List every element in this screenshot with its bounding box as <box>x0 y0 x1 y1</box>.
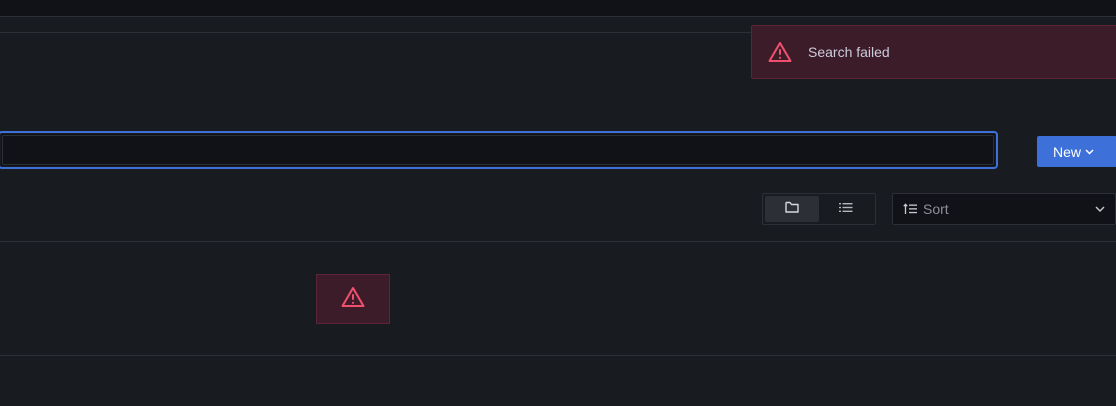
search-field-wrapper <box>0 131 998 169</box>
dashboard-browse-page: New Sort Search failed <box>0 0 1116 406</box>
chevron-down-icon <box>1095 206 1105 212</box>
folder-view-button[interactable] <box>765 196 819 222</box>
toast-message: Search failed <box>808 44 890 60</box>
warning-icon <box>768 41 792 63</box>
list-view-button[interactable] <box>819 196 873 222</box>
error-toast: Search failed <box>751 25 1116 79</box>
chevron-down-icon <box>1085 147 1095 157</box>
new-button[interactable]: New <box>1037 136 1116 167</box>
search-results-panel <box>0 241 1116 356</box>
search-input[interactable] <box>2 135 994 165</box>
sort-ascending-icon <box>903 203 917 215</box>
top-navbar <box>0 0 1116 17</box>
folder-icon <box>785 200 799 218</box>
view-mode-toggle <box>762 193 876 225</box>
warning-icon <box>341 286 365 313</box>
search-error-indicator <box>316 274 390 324</box>
new-button-label: New <box>1053 143 1082 160</box>
sort-select-label: Sort <box>923 201 949 217</box>
sort-select[interactable]: Sort <box>892 193 1116 225</box>
list-icon <box>839 200 853 218</box>
